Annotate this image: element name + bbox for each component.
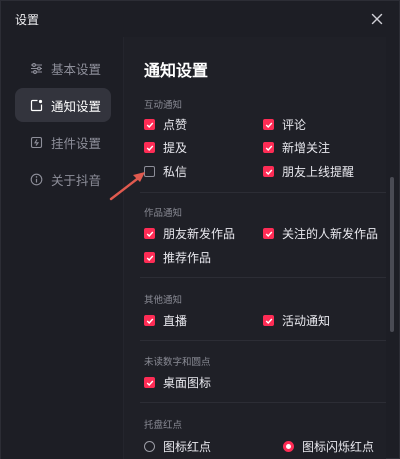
- checkbox-like[interactable]: 点赞: [144, 116, 187, 133]
- settings-window: 设置 基本设置 通知设置 挂件设置 关于抖音 通知设置 互动通知 点赞 评论 提…: [0, 0, 400, 459]
- option-label: 活动通知: [282, 314, 331, 328]
- info-icon: [29, 172, 43, 186]
- sidebar-item-notification[interactable]: 通知设置: [15, 88, 111, 122]
- checkbox-checked-icon: [263, 119, 274, 130]
- radio-unselected-icon: [144, 441, 155, 452]
- sidebar-item-widget[interactable]: 挂件设置: [15, 125, 111, 159]
- option-label: 直播: [163, 314, 188, 328]
- annotation-arrow-icon: [109, 172, 145, 201]
- checkbox-friend-new-works[interactable]: 朋友新发作品: [144, 225, 235, 242]
- checkbox-checked-icon: [263, 315, 274, 326]
- option-label: 图标红点: [163, 440, 212, 454]
- checkbox-checked-icon: [144, 119, 155, 130]
- title-bar: 设置: [1, 1, 399, 37]
- option-label: 评论: [282, 118, 307, 132]
- checkbox-checked-icon: [144, 228, 155, 239]
- sidebar-item-basic[interactable]: 基本设置: [15, 51, 111, 85]
- sidebar-item-label: 挂件设置: [51, 135, 102, 151]
- content-scrollbar[interactable]: [390, 177, 394, 332]
- section-divider: [140, 402, 386, 403]
- checkbox-following-new-works[interactable]: 关注的人新发作品: [263, 225, 378, 242]
- notification-settings-panel: 通知设置 互动通知 点赞 评论 提及 新增关注 私信 朋友上线提醒 作品通知 朋…: [124, 37, 386, 459]
- checkbox-desktop-icon[interactable]: 桌面图标: [144, 374, 211, 391]
- section-label-interaction: 互动通知: [144, 100, 183, 111]
- page-title: 通知设置: [144, 61, 209, 80]
- option-label: 新增关注: [282, 141, 331, 155]
- checkbox-checked-icon: [144, 142, 155, 153]
- radio-selected-icon: [283, 441, 294, 452]
- option-label: 桌面图标: [163, 376, 212, 390]
- checkbox-checked-icon: [263, 142, 274, 153]
- option-label: 朋友上线提醒: [282, 165, 355, 179]
- sidebar-item-about[interactable]: 关于抖音: [15, 162, 111, 196]
- checkbox-checked-icon: [144, 252, 155, 263]
- section-divider: [140, 340, 386, 341]
- section-label-tray: 托盘红点: [144, 420, 183, 431]
- checkbox-checked-icon: [263, 166, 274, 177]
- checkbox-friend-online[interactable]: 朋友上线提醒: [263, 163, 354, 180]
- window-title: 设置: [15, 13, 40, 27]
- option-label: 提及: [163, 141, 188, 155]
- close-icon: [371, 13, 383, 25]
- section-divider: [140, 277, 386, 278]
- sidebar-item-label: 通知设置: [51, 98, 102, 114]
- checkbox-mention[interactable]: 提及: [144, 139, 187, 156]
- sidebar: 基本设置 通知设置 挂件设置 关于抖音: [1, 37, 123, 459]
- option-label: 推荐作品: [163, 251, 212, 265]
- option-label: 图标闪烁红点: [302, 440, 375, 454]
- checkbox-activity[interactable]: 活动通知: [263, 312, 330, 329]
- checkbox-checked-icon: [263, 228, 274, 239]
- checkbox-live[interactable]: 直播: [144, 312, 187, 329]
- section-label-works: 作品通知: [144, 208, 183, 219]
- close-button[interactable]: [365, 7, 389, 31]
- sliders-icon: [29, 61, 43, 75]
- section-label-unread: 未读数字和圆点: [144, 357, 211, 368]
- option-label: 关注的人新发作品: [282, 227, 379, 241]
- widget-icon: [29, 135, 43, 149]
- radio-icon-blinking-red-dot[interactable]: 图标闪烁红点: [283, 438, 374, 455]
- sidebar-item-label: 关于抖音: [51, 172, 102, 188]
- notification-icon: [29, 98, 43, 112]
- checkbox-new-follower[interactable]: 新增关注: [263, 139, 330, 156]
- option-label: 私信: [163, 165, 188, 179]
- section-divider: [140, 192, 386, 193]
- checkbox-recommended-works[interactable]: 推荐作品: [144, 249, 211, 266]
- option-label: 点赞: [163, 118, 188, 132]
- option-label: 朋友新发作品: [163, 227, 236, 241]
- checkbox-checked-icon: [144, 377, 155, 388]
- section-label-other: 其他通知: [144, 295, 183, 306]
- checkbox-checked-icon: [144, 315, 155, 326]
- radio-icon-red-dot[interactable]: 图标红点: [144, 438, 211, 455]
- sidebar-item-label: 基本设置: [51, 61, 102, 77]
- checkbox-comment[interactable]: 评论: [263, 116, 306, 133]
